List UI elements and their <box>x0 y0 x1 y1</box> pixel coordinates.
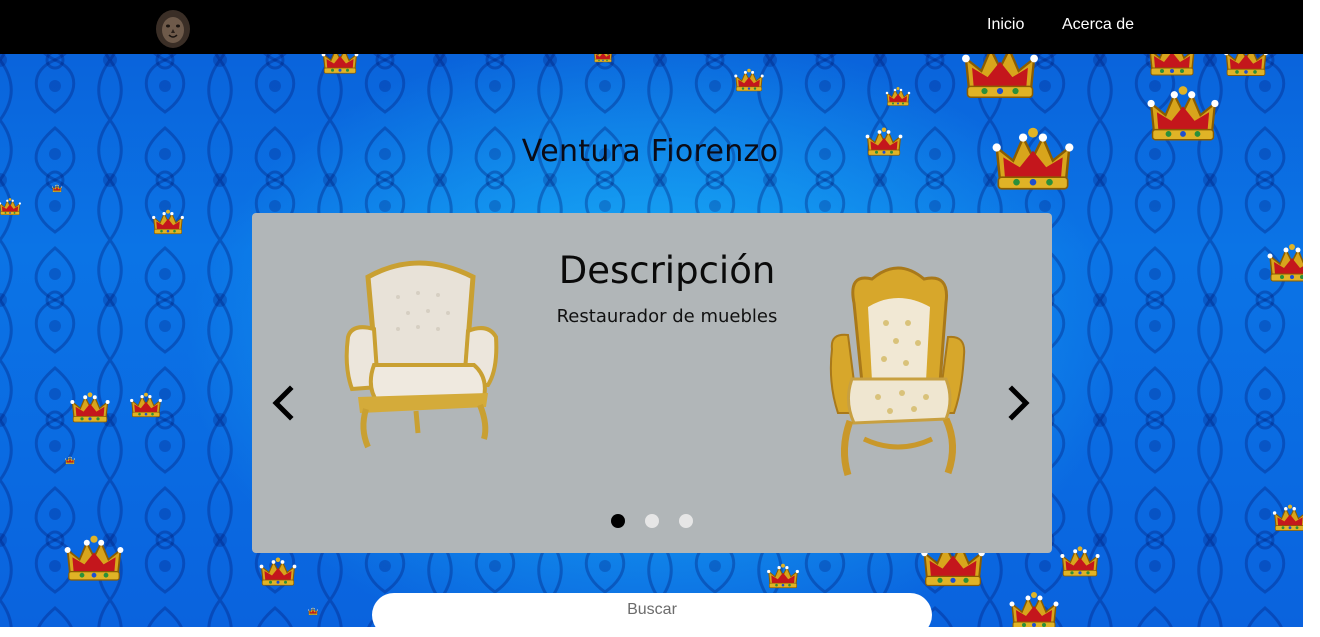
white-gold-armchair-image <box>344 260 499 449</box>
page-title: Ventura Fiorenzo <box>521 134 779 169</box>
nav-link-inicio[interactable]: Inicio <box>987 16 1024 34</box>
gold-ornate-throne-chair-image <box>829 266 966 477</box>
chevron-right-icon[interactable] <box>1004 383 1034 423</box>
nav-link-acerca-de[interactable]: Acerca de <box>1062 16 1134 34</box>
carousel-dot[interactable] <box>645 514 659 528</box>
top-navbar: Inicio Acerca de <box>0 0 1303 54</box>
carousel-dot[interactable] <box>679 514 693 528</box>
search-input[interactable] <box>372 593 932 637</box>
chevron-left-icon[interactable] <box>268 383 298 423</box>
lion-head-logo-icon[interactable] <box>155 9 191 49</box>
image-carousel: Descripción Restaurador de muebles <box>252 213 1052 553</box>
carousel-dot[interactable] <box>611 514 625 528</box>
